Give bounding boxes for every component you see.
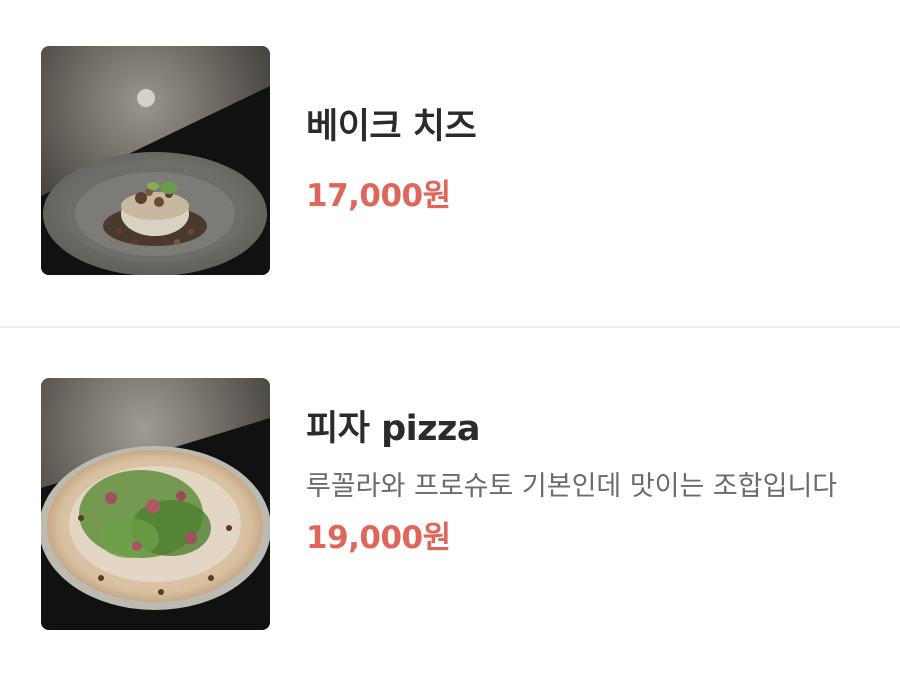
menu-item-price: 19,000원 — [306, 520, 451, 556]
bake-cheese-image[interactable] — [41, 46, 270, 275]
menu-item-price: 17,000원 — [306, 178, 451, 214]
menu-item-description: 루꼴라와 프로슈토 기본인데 맛이는 조합입니다 — [306, 471, 838, 502]
bake-cheese-info: 베이크 치즈 17,000원 — [306, 104, 860, 216]
menu-item-pizza[interactable]: 피자 pizza 루꼴라와 프로슈토 기본인데 맛이는 조합입니다 19,000… — [0, 328, 900, 682]
pizza-image[interactable] — [41, 378, 270, 630]
menu-item-bake-cheese[interactable]: 베이크 치즈 17,000원 — [0, 0, 900, 326]
baked-cheese-photo-icon — [41, 46, 270, 275]
menu-item-name: 피자 pizza — [306, 409, 481, 449]
pizza-photo-icon — [41, 378, 270, 630]
pizza-info: 피자 pizza 루꼴라와 프로슈토 기본인데 맛이는 조합입니다 19,000… — [306, 406, 860, 558]
menu-list: 베이크 치즈 17,000원 피자 pizza 루꼴라와 프로슈토 기본인데 맛… — [0, 0, 900, 682]
menu-item-name: 베이크 치즈 — [306, 107, 477, 147]
